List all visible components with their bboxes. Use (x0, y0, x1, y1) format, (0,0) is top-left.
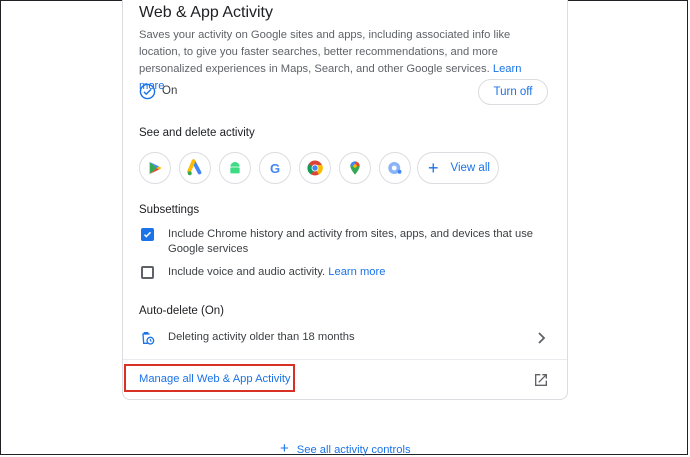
description-text: Saves your activity on Google sites and … (139, 29, 511, 75)
auto-delete-text: Deleting activity older than 18 months (168, 331, 355, 343)
plus-icon: + (428, 158, 439, 178)
turn-off-button[interactable]: Turn off (478, 79, 548, 105)
view-all-label: View all (450, 162, 490, 174)
google-icon[interactable]: G (259, 152, 291, 184)
chrome-icon[interactable] (299, 152, 331, 184)
highlight-box (124, 364, 295, 392)
card-title: Web & App Activity (139, 4, 273, 21)
voice-audio-checkbox[interactable] (141, 266, 154, 279)
open-in-new-icon[interactable] (533, 372, 549, 388)
divider (123, 359, 567, 360)
google-ads-icon[interactable] (179, 152, 211, 184)
voice-audio-label-row: Include voice and audio activity. Learn … (168, 265, 548, 280)
plus-icon: + (280, 440, 289, 457)
google-maps-icon[interactable] (339, 152, 371, 184)
chevron-right-icon[interactable] (537, 331, 547, 345)
view-all-button[interactable]: + View all (417, 152, 499, 184)
google-lens-icon[interactable] (379, 152, 411, 184)
see-all-controls-label: See all activity controls (296, 444, 411, 456)
subsettings-heading: Subsettings (139, 204, 200, 216)
android-icon[interactable] (219, 152, 251, 184)
see-delete-heading: See and delete activity (139, 127, 255, 139)
auto-delete-icon (142, 332, 155, 345)
chrome-history-label: Include Chrome history and activity from… (168, 228, 534, 255)
voice-learn-more-link[interactable]: Learn more (328, 266, 385, 278)
check-circle-icon (139, 83, 156, 100)
auto-delete-heading: Auto-delete (On) (139, 305, 225, 317)
status-text: On (162, 85, 178, 97)
see-all-controls-link[interactable]: + See all activity controls (280, 440, 411, 457)
chrome-history-checkbox[interactable] (141, 228, 154, 241)
google-play-icon[interactable] (139, 152, 171, 184)
voice-audio-label: Include voice and audio activity. (168, 266, 326, 278)
